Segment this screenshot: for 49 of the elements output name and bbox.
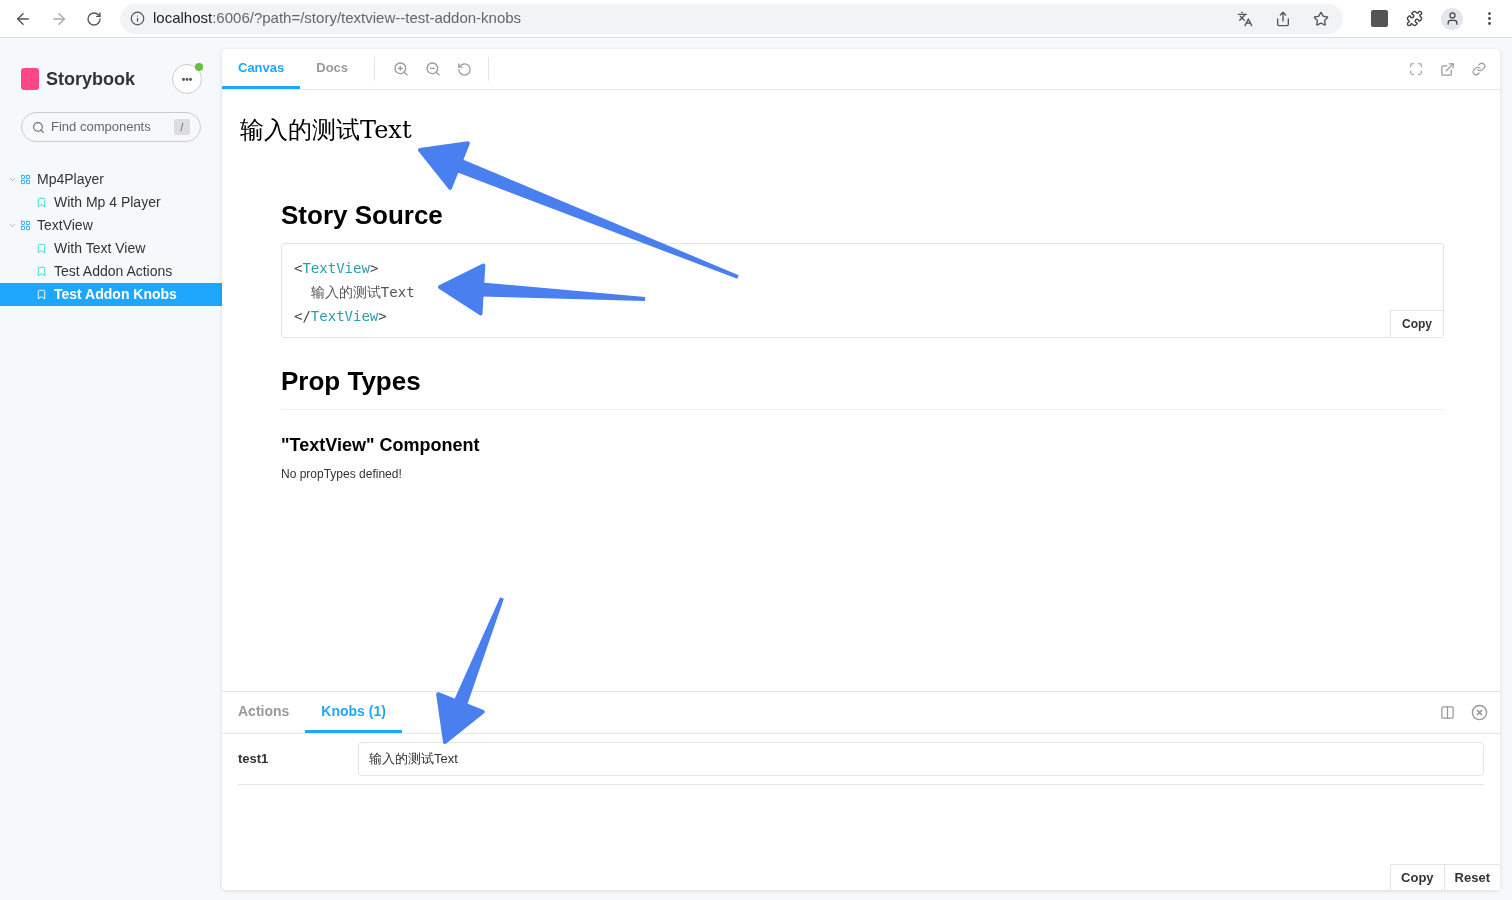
avatar-icon[interactable] (1441, 7, 1463, 30)
code-line: 输入的测试Text (309, 283, 415, 302)
shortcut-key: / (174, 119, 190, 135)
bookmark-icon (36, 197, 47, 208)
search-bar[interactable]: Find components / (21, 112, 201, 142)
story-tree-item[interactable]: With Mp 4 Player (0, 191, 222, 214)
menu-button[interactable]: ••• (172, 64, 202, 94)
search-icon (32, 120, 45, 134)
address-bar[interactable]: localhost:6006/?path=/story/textview--test-addon-knobs (120, 3, 1343, 34)
bookmark-icon (36, 243, 47, 254)
caret-icon (8, 175, 17, 184)
component-icon (20, 174, 31, 185)
close-icon[interactable] (1471, 704, 1488, 721)
story-tree-item[interactable]: Test Addon Actions (0, 260, 222, 283)
url-text: localhost:6006/?path=/story/textview--test-addon-knobs (153, 8, 522, 29)
brand-title: Storybook (46, 67, 135, 91)
share-icon[interactable] (1275, 10, 1291, 27)
component-tree-item[interactable]: Mp4Player (0, 168, 222, 191)
zoom-out-icon[interactable] (425, 61, 442, 77)
open-new-tab-icon[interactable] (1440, 61, 1455, 77)
knob-name: test1 (238, 750, 270, 769)
story-tree-item[interactable]: With Text View (0, 237, 222, 260)
addon-action-button[interactable]: Reset (1443, 864, 1500, 890)
code-line: <TextView> (294, 259, 379, 278)
knob-input-field[interactable]: 输入的测试Text (358, 742, 1484, 776)
bookmark-icon (36, 266, 47, 277)
link-icon[interactable] (1472, 62, 1486, 76)
component-icon (20, 220, 31, 231)
section-title: Story Source (281, 199, 444, 232)
zoom-in-icon[interactable] (393, 61, 410, 77)
addon-action-button[interactable]: Copy (1390, 864, 1444, 890)
caret-icon (8, 221, 17, 230)
panel-layout-icon[interactable] (1440, 705, 1455, 720)
reset-zoom-icon[interactable] (457, 61, 473, 77)
no-props-note: No propTypes defined! (281, 466, 403, 483)
fullscreen-icon[interactable] (1409, 62, 1423, 76)
reload-icon[interactable] (86, 10, 102, 27)
section-title: Prop Types (281, 362, 1444, 410)
component-title: "TextView" Component (281, 434, 481, 457)
star-icon[interactable] (1313, 10, 1329, 27)
copy-button[interactable]: Copy (1390, 310, 1443, 337)
bookmark-icon (36, 289, 47, 300)
puzzle-icon[interactable] (1406, 10, 1423, 27)
info-icon (130, 11, 145, 26)
code-line: </TextView> (294, 307, 387, 326)
rendered-text: 输入的测试Text (240, 115, 413, 146)
translate-icon[interactable] (1237, 10, 1253, 27)
search-field[interactable]: Find components (51, 117, 168, 137)
component-tree-item[interactable]: TextView (0, 214, 222, 237)
